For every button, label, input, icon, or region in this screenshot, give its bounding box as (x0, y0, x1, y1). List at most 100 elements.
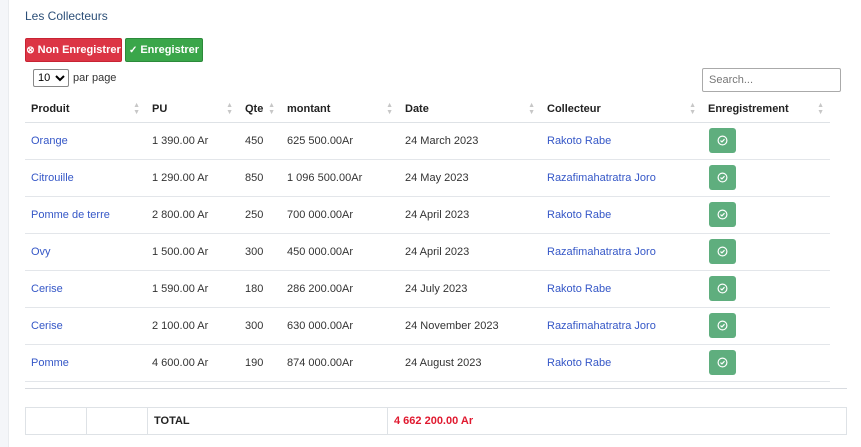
enregistrer-button[interactable]: ✓ Enregistrer (125, 38, 203, 62)
collecteur-link[interactable]: Razafimahatratra Joro (541, 233, 702, 271)
check-circle-icon (717, 357, 728, 368)
sort-arrows-icon: ▲ ▼ (528, 102, 535, 116)
search-input[interactable] (702, 68, 841, 92)
montant-cell: 1 096 500.00Ar (281, 159, 399, 197)
enregistrer-label: Enregistrer (140, 44, 200, 56)
collecteur-link[interactable]: Rakoto Rabe (541, 270, 702, 308)
collecteur-link[interactable]: Razafimahatratra Joro (541, 159, 702, 197)
produit-link[interactable]: Pomme (25, 344, 146, 382)
date-cell: 24 April 2023 (399, 196, 541, 234)
column-header-qte[interactable]: Qte ▲ ▼ (239, 97, 281, 123)
column-header-label: Date (405, 103, 429, 116)
qte-cell: 850 (239, 159, 281, 197)
enregistrement-cell (702, 159, 830, 197)
montant-cell: 874 000.00Ar (281, 344, 399, 382)
column-header-enregistrement[interactable]: Enregistrement ▲ ▼ (702, 97, 830, 123)
column-header-montant[interactable]: montant ▲ ▼ (281, 97, 399, 123)
non-enregistrer-button[interactable]: ⊗ Non Enregistrer (25, 38, 122, 62)
table-row: Citrouille 1 290.00 Ar 850 1 096 500.00A… (25, 159, 830, 197)
sort-arrows-icon: ▲ ▼ (133, 102, 140, 116)
page-length-select[interactable]: 10 (33, 69, 69, 87)
enregistrer-row-button[interactable] (709, 128, 736, 153)
check-circle-icon (717, 283, 728, 294)
non-enregistrer-label: Non Enregistrer (37, 44, 121, 56)
enregistrement-cell (702, 196, 830, 234)
produit-link[interactable]: Ovy (25, 233, 146, 271)
page-length-label: par page (73, 72, 117, 84)
produit-link[interactable]: Pomme de terre (25, 196, 146, 234)
total-empty-cell (86, 407, 148, 435)
montant-cell: 450 000.00Ar (281, 233, 399, 271)
table-row: Cerise 1 590.00 Ar 180 286 200.00Ar 24 J… (25, 270, 830, 308)
check-circle-icon (717, 135, 728, 146)
column-header-label: Collecteur (547, 103, 601, 116)
table-row: Cerise 2 100.00 Ar 300 630 000.00Ar 24 N… (25, 307, 830, 345)
column-header-label: PU (152, 103, 168, 116)
enregistrement-cell (702, 307, 830, 345)
enregistrement-cell (702, 122, 830, 160)
table-separator (25, 388, 847, 389)
produit-link[interactable]: Citrouille (25, 159, 146, 197)
produit-link[interactable]: Orange (25, 122, 146, 160)
montant-cell: 286 200.00Ar (281, 270, 399, 308)
table-header-row: Produit ▲ ▼ PU ▲ ▼ Qte ▲ ▼ montant ▲ ▼ Date ▲ ▼ Co… (25, 97, 830, 123)
total-label: TOTAL (147, 407, 388, 435)
enregistrement-cell (702, 344, 830, 382)
sort-arrows-icon: ▲ ▼ (386, 102, 393, 116)
column-header-label: Enregistrement (708, 103, 789, 116)
table-row: Pomme de terre 2 800.00 Ar 250 700 000.0… (25, 196, 830, 234)
column-header-pu[interactable]: PU ▲ ▼ (146, 97, 239, 123)
enregistrer-row-button[interactable] (709, 239, 736, 264)
qte-cell: 300 (239, 307, 281, 345)
pu-cell: 1 590.00 Ar (146, 270, 239, 308)
pu-cell: 2 800.00 Ar (146, 196, 239, 234)
montant-cell: 700 000.00Ar (281, 196, 399, 234)
sort-arrows-icon: ▲ ▼ (226, 102, 233, 116)
montant-cell: 625 500.00Ar (281, 122, 399, 160)
date-cell: 24 July 2023 (399, 270, 541, 308)
table-row: Ovy 1 500.00 Ar 300 450 000.00Ar 24 Apri… (25, 233, 830, 271)
enregistrer-row-button[interactable] (709, 350, 736, 375)
table-row: Orange 1 390.00 Ar 450 625 500.00Ar 24 M… (25, 122, 830, 160)
check-circle-icon (717, 246, 728, 257)
sort-arrows-icon: ▲ ▼ (689, 102, 696, 116)
pu-cell: 2 100.00 Ar (146, 307, 239, 345)
check-icon: ✓ (128, 44, 138, 56)
qte-cell: 450 (239, 122, 281, 160)
page-title: Les Collecteurs (25, 9, 108, 23)
enregistrement-cell (702, 233, 830, 271)
produit-link[interactable]: Cerise (25, 307, 146, 345)
pu-cell: 1 390.00 Ar (146, 122, 239, 160)
date-cell: 24 April 2023 (399, 233, 541, 271)
column-header-date[interactable]: Date ▲ ▼ (399, 97, 541, 123)
table-body: Orange 1 390.00 Ar 450 625 500.00Ar 24 M… (25, 122, 830, 382)
pu-cell: 1 500.00 Ar (146, 233, 239, 271)
check-circle-icon (717, 320, 728, 331)
date-cell: 24 March 2023 (399, 122, 541, 160)
produit-link[interactable]: Cerise (25, 270, 146, 308)
sort-arrows-icon: ▲ ▼ (268, 102, 275, 116)
enregistrer-row-button[interactable] (709, 313, 736, 338)
page-length-control: 10 par page (33, 69, 116, 87)
collecteur-link[interactable]: Rakoto Rabe (541, 196, 702, 234)
check-circle-icon (717, 172, 728, 183)
pu-cell: 4 600.00 Ar (146, 344, 239, 382)
cancel-circle-icon: ⊗ (26, 44, 35, 56)
column-header-produit[interactable]: Produit ▲ ▼ (25, 97, 146, 123)
collecteur-link[interactable]: Rakoto Rabe (541, 344, 702, 382)
collecteurs-card: Les Collecteurs ⊗ Non Enregistrer ✓ Enre… (8, 0, 861, 447)
column-header-label: montant (287, 103, 331, 116)
total-table: TOTAL 4 662 200.00 Ar (25, 407, 847, 435)
total-value: 4 662 200.00 Ar (387, 407, 847, 435)
enregistrer-row-button[interactable] (709, 202, 736, 227)
check-circle-icon (717, 209, 728, 220)
total-empty-cell (25, 407, 87, 435)
enregistrer-row-button[interactable] (709, 165, 736, 190)
enregistrer-row-button[interactable] (709, 276, 736, 301)
table-row: Pomme 4 600.00 Ar 190 874 000.00Ar 24 Au… (25, 344, 830, 382)
collecteur-link[interactable]: Rakoto Rabe (541, 122, 702, 160)
column-header-collecteur[interactable]: Collecteur ▲ ▼ (541, 97, 702, 123)
sort-arrows-icon: ▲ ▼ (817, 102, 824, 116)
collecteur-link[interactable]: Razafimahatratra Joro (541, 307, 702, 345)
qte-cell: 300 (239, 233, 281, 271)
